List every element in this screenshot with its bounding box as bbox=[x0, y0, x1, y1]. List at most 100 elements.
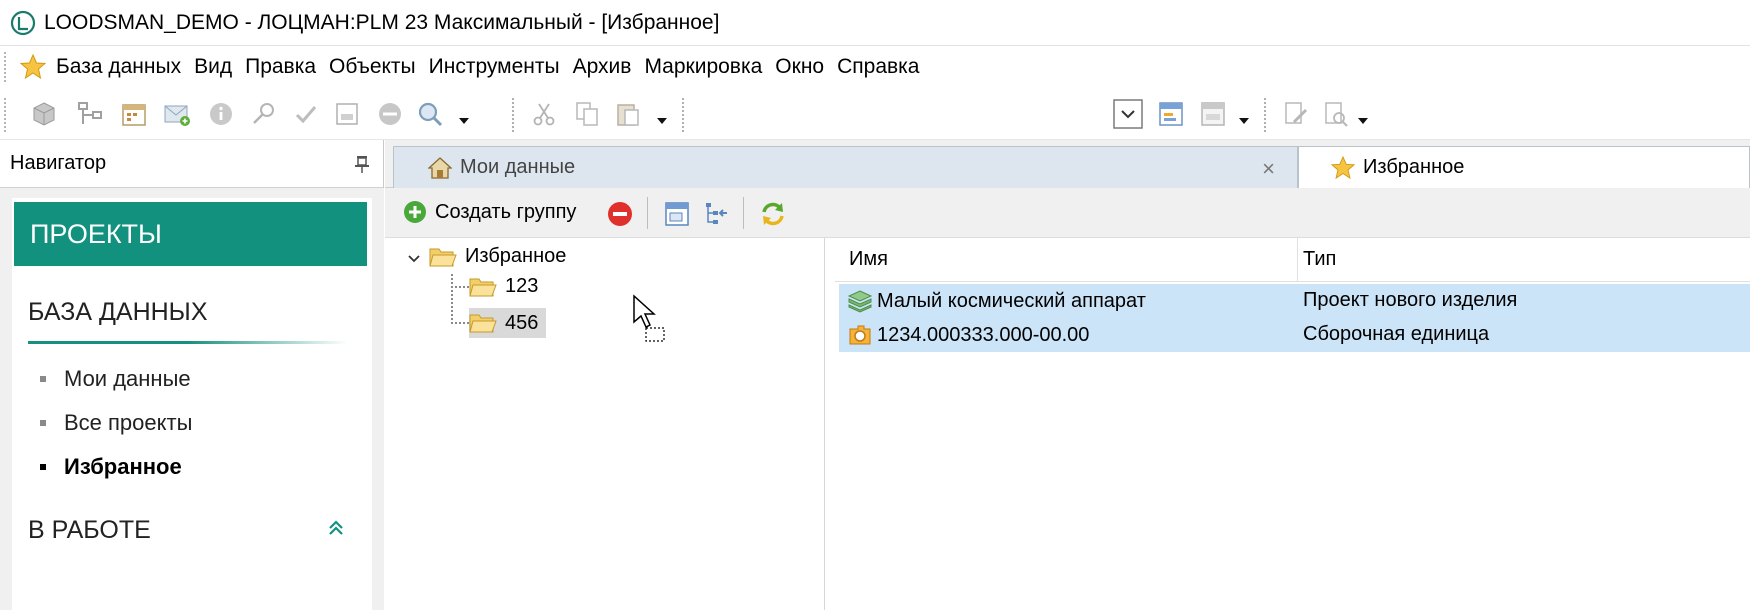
bullet-icon bbox=[40, 420, 46, 426]
content-toolbar: Создать группу bbox=[385, 188, 1750, 238]
create-group-label: Создать группу bbox=[435, 200, 577, 223]
tree-expand-icon[interactable] bbox=[703, 201, 729, 227]
favorites-star-icon[interactable] bbox=[20, 54, 46, 80]
key-icon[interactable] bbox=[250, 100, 278, 128]
bullet-icon bbox=[40, 376, 46, 382]
info-icon[interactable] bbox=[207, 100, 235, 128]
menu-window[interactable]: Окно bbox=[775, 55, 833, 79]
projects-header[interactable]: ПРОЕКТЫ bbox=[14, 202, 367, 266]
refresh-icon[interactable] bbox=[760, 201, 786, 227]
doc-search-icon[interactable] bbox=[1322, 100, 1350, 128]
menu-help[interactable]: Справка bbox=[837, 55, 928, 79]
cut-icon[interactable] bbox=[530, 100, 558, 128]
check-icon[interactable] bbox=[292, 100, 320, 128]
menu-objects[interactable]: Объекты bbox=[329, 55, 425, 79]
in-work-section-title[interactable]: В РАБОТЕ bbox=[28, 516, 151, 545]
copy-icon[interactable] bbox=[573, 100, 601, 128]
workspace: Мои данные × Избранное Создать группу Из… bbox=[385, 140, 1750, 610]
stop-icon[interactable] bbox=[376, 100, 404, 128]
nav-link-favorites[interactable]: Избранное bbox=[40, 454, 182, 480]
table-row[interactable]: 1234.000333.000-00.00 Сборочная единица bbox=[839, 318, 1750, 352]
menu-view[interactable]: Вид bbox=[194, 55, 241, 79]
tree-node-label: 456 bbox=[505, 311, 539, 334]
tab-label: Избранное bbox=[1363, 156, 1465, 178]
paste-icon[interactable] bbox=[614, 100, 642, 128]
calendar-icon[interactable] bbox=[120, 100, 148, 128]
menu-marking[interactable]: Маркировка bbox=[644, 55, 771, 79]
delete-icon[interactable] bbox=[607, 201, 633, 227]
window-title: LOODSMAN_DEMO - ЛОЦМАН:PLM 23 Максимальн… bbox=[44, 10, 720, 34]
menu-tools[interactable]: Инструменты bbox=[429, 55, 569, 79]
tab-label: Мои данные bbox=[460, 156, 576, 178]
cube-icon[interactable] bbox=[30, 100, 58, 128]
bullet-icon bbox=[40, 464, 46, 470]
toolbar-separator bbox=[647, 197, 648, 229]
title-bar: LOODSMAN_DEMO - ЛОЦМАН:PLM 23 Максимальн… bbox=[0, 0, 1750, 46]
search-dropdown-arrow[interactable] bbox=[459, 118, 469, 124]
table-row[interactable]: Малый космический аппарат Проект нового … bbox=[839, 284, 1750, 318]
column-header-type[interactable]: Тип bbox=[1303, 248, 1336, 271]
tree-connector bbox=[451, 274, 453, 324]
favorites-tree: Избранное 123 456 bbox=[385, 238, 825, 610]
structure-icon[interactable] bbox=[76, 100, 104, 128]
cell-name: 1234.000333.000-00.00 bbox=[847, 323, 1089, 347]
form-icon[interactable] bbox=[1199, 100, 1227, 128]
tab-favorites[interactable]: Избранное bbox=[1298, 146, 1750, 188]
dropdown-icon[interactable] bbox=[1113, 99, 1143, 129]
edit-form-icon[interactable] bbox=[1157, 100, 1185, 128]
toolbar-separator bbox=[682, 98, 684, 132]
tab-my-data[interactable]: Мои данные × bbox=[393, 146, 1298, 188]
project-icon bbox=[847, 290, 873, 313]
menu-database[interactable]: База данных bbox=[56, 55, 190, 79]
tab-close-button[interactable]: × bbox=[1262, 156, 1275, 182]
search-icon[interactable] bbox=[416, 100, 444, 128]
home-icon bbox=[428, 156, 452, 179]
form-icon[interactable] bbox=[333, 100, 361, 128]
database-section-title[interactable]: БАЗА ДАННЫХ bbox=[28, 298, 208, 327]
edit-doc-icon[interactable] bbox=[1282, 100, 1310, 128]
menu-edit[interactable]: Правка bbox=[245, 55, 325, 79]
tree-node-label: Избранное bbox=[465, 245, 567, 267]
create-group-button[interactable]: Создать группу bbox=[403, 200, 576, 224]
menubar-grip[interactable] bbox=[4, 52, 10, 82]
app-logo-icon bbox=[10, 10, 36, 35]
toolbar-grip[interactable] bbox=[4, 98, 10, 132]
folder-open-icon bbox=[469, 314, 497, 333]
tree-node-favorites[interactable]: Избранное bbox=[429, 245, 566, 268]
assembly-icon bbox=[849, 325, 871, 345]
chevron-down-icon[interactable] bbox=[407, 252, 421, 266]
row-type: Сборочная единица bbox=[1303, 323, 1490, 345]
section-divider bbox=[28, 341, 348, 344]
toolbar-separator bbox=[743, 197, 744, 229]
doc-dropdown-arrow[interactable] bbox=[1358, 118, 1368, 124]
nav-link-my-data[interactable]: Мои данные bbox=[40, 366, 191, 392]
open-form-icon[interactable] bbox=[664, 201, 690, 227]
nav-link-all-projects[interactable]: Все проекты bbox=[40, 410, 192, 436]
column-divider[interactable] bbox=[1297, 238, 1298, 282]
tree-connector bbox=[451, 322, 469, 324]
form-dropdown-arrow[interactable] bbox=[1239, 118, 1249, 124]
folder-open-icon bbox=[429, 248, 457, 266]
collapse-up-icon[interactable] bbox=[326, 518, 346, 538]
row-name: 1234.000333.000-00.00 bbox=[877, 323, 1090, 346]
cell-type: Сборочная единица bbox=[1303, 323, 1489, 346]
folder-open-icon bbox=[469, 278, 497, 296]
drag-cursor-icon bbox=[633, 294, 665, 342]
mail-icon[interactable] bbox=[163, 100, 191, 128]
nav-link-label: Избранное bbox=[64, 454, 182, 479]
tree-node-456[interactable]: 456 bbox=[469, 308, 547, 338]
add-icon bbox=[404, 201, 426, 223]
row-name: Малый космический аппарат bbox=[877, 289, 1146, 312]
paste-dropdown-arrow[interactable] bbox=[657, 118, 667, 124]
tree-node-123[interactable]: 123 bbox=[469, 275, 538, 298]
navigator-body: ПРОЕКТЫ БАЗА ДАННЫХ Мои данные Все проек… bbox=[0, 188, 384, 610]
nav-link-label: Мои данные bbox=[64, 366, 191, 391]
navigator-title: Навигатор bbox=[10, 152, 107, 174]
column-header-name[interactable]: Имя bbox=[849, 248, 888, 271]
list-header: Имя Тип bbox=[835, 238, 1750, 282]
tree-connector bbox=[451, 286, 469, 288]
menu-archive[interactable]: Архив bbox=[573, 55, 641, 79]
row-type: Проект нового изделия bbox=[1303, 289, 1518, 311]
pin-icon[interactable] bbox=[353, 154, 371, 174]
tree-node-label: 123 bbox=[505, 275, 539, 297]
